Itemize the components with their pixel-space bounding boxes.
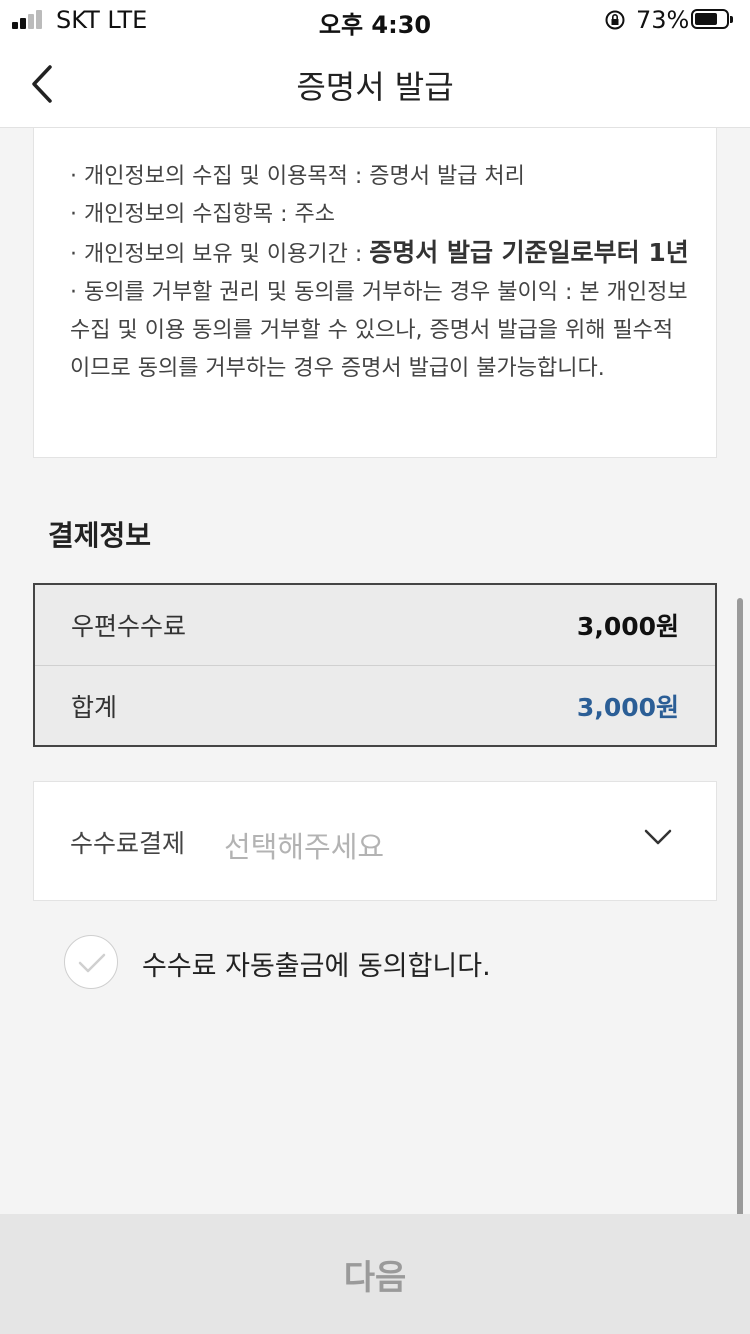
privacy-list: · 개인정보의 수집 및 이용목적 : 증명서 발급 처리 · 개인정보의 수집… — [70, 158, 690, 388]
total-value: 3,000원 — [576, 693, 679, 722]
auto-withdrawal-checkbox[interactable] — [64, 935, 118, 989]
privacy-notice-box: · 개인정보의 수집 및 이용목적 : 증명서 발급 처리 · 개인정보의 수집… — [33, 128, 717, 458]
next-button-label: 다음 — [343, 1258, 407, 1298]
fee-row-total: 합계 3,000원 — [35, 665, 715, 746]
fee-value: 3,000원 — [576, 612, 679, 641]
nav-bar: 증명서 발급 — [0, 40, 750, 128]
privacy-item-purpose: · 개인정보의 수집 및 이용목적 : 증명서 발급 처리 — [70, 164, 525, 189]
privacy-item-retention: · 개인정보의 보유 및 이용기간 : 증명서 발급 기준일로부터 1년 — [70, 234, 690, 274]
fee-payment-placeholder: 선택해주세요 — [224, 830, 385, 864]
chevron-down-icon — [644, 829, 672, 845]
auto-withdrawal-label[interactable]: 수수료 자동출금에 동의합니다. — [142, 944, 491, 983]
fee-payment-select[interactable]: 수수료결제 선택해주세요 — [33, 781, 717, 901]
total-label: 합계 — [71, 693, 118, 722]
battery-percent: 73% — [636, 6, 690, 34]
privacy-item-fields: · 개인정보의 수집항목 : 주소 — [70, 202, 336, 227]
battery-icon — [691, 9, 733, 29]
retention-value: 증명서 발급 기준일로부터 1년 — [369, 238, 689, 267]
retention-prefix: · 개인정보의 보유 및 이용기간 : — [70, 242, 370, 267]
payment-section-title: 결제정보 — [48, 519, 152, 552]
fee-table: 우편수수료 3,000원 합계 3,000원 — [33, 583, 717, 747]
fee-label: 우편수수료 — [71, 612, 187, 641]
fee-payment-label: 수수료결제 — [70, 829, 186, 858]
status-bar: SKT LTE 오후 4:30 73% — [0, 0, 750, 40]
page-title: 증명서 발급 — [296, 68, 454, 106]
check-icon — [78, 953, 106, 973]
next-button[interactable]: 다음 — [0, 1214, 750, 1334]
privacy-item-refusal: · 동의를 거부할 권리 및 동의를 거부하는 경우 불이익 : 본 개인정보수… — [70, 280, 688, 381]
fee-row-postal: 우편수수료 3,000원 — [35, 585, 715, 665]
rotation-lock-icon — [605, 10, 625, 30]
